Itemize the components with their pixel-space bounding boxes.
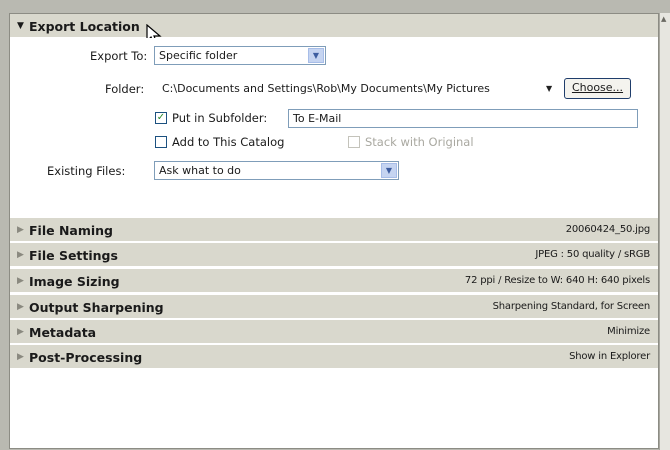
existing-files-label: Existing Files: bbox=[47, 164, 126, 178]
section-header-output-sharpening[interactable]: ▶ Output Sharpening Sharpening Standard,… bbox=[10, 295, 658, 319]
triangle-right-icon: ▶ bbox=[17, 276, 24, 286]
section-header-file-settings[interactable]: ▶ File Settings JPEG : 50 quality / sRGB bbox=[10, 243, 658, 267]
put-in-subfolder-checkbox[interactable]: ✓ bbox=[155, 112, 167, 124]
section-title: Post-Processing bbox=[29, 350, 143, 365]
folder-label: Folder: bbox=[105, 82, 145, 96]
section-header-export-location[interactable]: ▼ Export Location bbox=[10, 14, 658, 38]
section-header-metadata[interactable]: ▶ Metadata Minimize bbox=[10, 320, 658, 344]
folder-path: C:\Documents and Settings\Rob\My Documen… bbox=[162, 82, 490, 95]
triangle-right-icon: ▶ bbox=[17, 225, 24, 235]
export-settings-panel: ▼ Export Location Export To: Specific fo… bbox=[9, 13, 659, 449]
triangle-right-icon: ▶ bbox=[17, 352, 24, 362]
section-title: Image Sizing bbox=[29, 274, 120, 289]
section-title: Export Location bbox=[29, 19, 140, 34]
subfolder-name-field[interactable]: To E-Mail bbox=[288, 109, 638, 128]
add-to-catalog-checkbox[interactable] bbox=[155, 136, 167, 148]
export-to-select[interactable]: Specific folder ▼ bbox=[154, 46, 326, 65]
section-title: File Settings bbox=[29, 248, 118, 263]
export-to-value: Specific folder bbox=[159, 49, 238, 62]
stack-with-original-label: Stack with Original bbox=[365, 135, 474, 149]
section-summary: Show in Explorer bbox=[569, 351, 650, 362]
triangle-right-icon: ▶ bbox=[17, 302, 24, 312]
check-icon: ✓ bbox=[156, 112, 166, 123]
choose-folder-button[interactable]: Choose... bbox=[564, 78, 631, 99]
subfolder-name-value: To E-Mail bbox=[293, 112, 342, 125]
scroll-up-arrow-icon[interactable]: ▲ bbox=[661, 15, 666, 23]
section-summary: Minimize bbox=[607, 326, 650, 337]
chevron-down-icon[interactable]: ▼ bbox=[308, 48, 324, 63]
section-summary: 20060424_50.jpg bbox=[565, 224, 650, 235]
scrollbar[interactable]: ▲ bbox=[659, 13, 670, 450]
export-location-body: Export To: Specific folder ▼ Folder: C:\… bbox=[10, 38, 658, 218]
section-summary: JPEG : 50 quality / sRGB bbox=[535, 249, 650, 260]
triangle-right-icon: ▶ bbox=[17, 250, 24, 260]
section-title: Output Sharpening bbox=[29, 300, 164, 315]
triangle-down-icon: ▼ bbox=[17, 21, 24, 31]
existing-files-value: Ask what to do bbox=[159, 164, 241, 177]
stack-with-original-checkbox[interactable] bbox=[348, 136, 360, 148]
export-to-label: Export To: bbox=[90, 49, 148, 63]
section-title: Metadata bbox=[29, 325, 97, 340]
section-summary: Sharpening Standard, for Screen bbox=[492, 301, 651, 312]
section-title: File Naming bbox=[29, 223, 113, 238]
triangle-right-icon: ▶ bbox=[17, 327, 24, 337]
section-header-image-sizing[interactable]: ▶ Image Sizing 72 ppi / Resize to W: 640… bbox=[10, 269, 658, 293]
chevron-down-icon[interactable]: ▼ bbox=[381, 163, 397, 178]
put-in-subfolder-label: Put in Subfolder: bbox=[172, 111, 268, 125]
section-header-file-naming[interactable]: ▶ File Naming 20060424_50.jpg bbox=[10, 218, 658, 242]
existing-files-select[interactable]: Ask what to do ▼ bbox=[154, 161, 399, 180]
section-header-post-processing[interactable]: ▶ Post-Processing Show in Explorer bbox=[10, 345, 658, 369]
section-summary: 72 ppi / Resize to W: 640 H: 640 pixels bbox=[464, 275, 650, 286]
add-to-catalog-label: Add to This Catalog bbox=[172, 135, 285, 149]
folder-history-dropdown-icon[interactable]: ▼ bbox=[546, 84, 552, 93]
